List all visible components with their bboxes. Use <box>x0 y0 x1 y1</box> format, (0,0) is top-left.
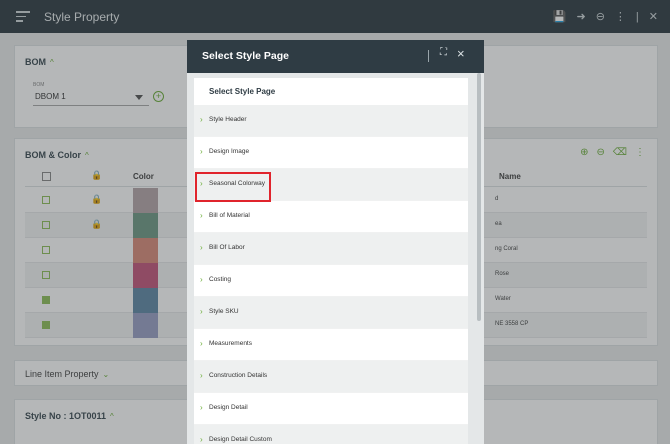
style-page-item[interactable]: › Seasonal Colorway <box>194 169 468 202</box>
scrollbar[interactable] <box>477 73 481 321</box>
select-style-page-dialog: Select Style Page ⛶ × Select Style Page … <box>187 40 484 444</box>
dialog-body: Select Style Page › Style Header › Design I… <box>194 78 468 444</box>
style-page-item[interactable]: › Construction Details <box>194 361 468 393</box>
style-page-item[interactable]: › Bill of Material <box>194 201 468 233</box>
chevron-right-icon: › <box>200 179 203 188</box>
style-page-item-label: Style Header <box>209 116 247 123</box>
style-page-item[interactable]: › Bill Of Labor <box>194 233 468 265</box>
divider <box>428 50 429 62</box>
chevron-right-icon: › <box>200 307 203 316</box>
style-page-item[interactable]: › Style SKU <box>194 297 468 329</box>
chevron-right-icon: › <box>200 435 203 444</box>
style-page-item-label: Costing <box>209 276 232 283</box>
style-page-item-label: Bill of Material <box>209 212 250 219</box>
style-page-item-label: Style SKU <box>209 308 239 315</box>
chevron-right-icon: › <box>200 275 203 284</box>
chevron-right-icon: › <box>200 147 203 156</box>
style-page-item[interactable]: › Style Header <box>194 105 468 137</box>
expand-icon[interactable]: ⛶ <box>440 47 447 58</box>
style-page-item-label: Measurements <box>209 340 252 347</box>
style-page-item-label: Design Image <box>209 148 250 155</box>
chevron-right-icon: › <box>200 211 203 220</box>
style-page-item[interactable]: › Design Detail <box>194 393 468 425</box>
style-page-item-label: Seasonal Colorway <box>209 180 266 187</box>
chevron-right-icon: › <box>200 243 203 252</box>
chevron-right-icon: › <box>200 371 203 380</box>
close-icon[interactable]: × <box>457 46 465 61</box>
chevron-right-icon: › <box>200 115 203 124</box>
style-page-item-label: Design Detail <box>209 404 248 411</box>
style-page-item-label: Bill Of Labor <box>209 244 245 251</box>
chevron-right-icon: › <box>200 403 203 412</box>
dialog-header: Select Style Page ⛶ × <box>187 40 484 73</box>
style-page-item[interactable]: › Design Detail Custom <box>194 425 468 444</box>
style-page-list: › Style Header › Design Image › Seasonal Colo… <box>194 105 468 444</box>
chevron-right-icon: › <box>200 339 203 348</box>
style-page-item[interactable]: › Measurements <box>194 329 468 361</box>
style-page-item[interactable]: › Costing <box>194 265 468 297</box>
style-page-item[interactable]: › Design Image <box>194 137 468 169</box>
style-page-item-label: Design Detail Custom <box>209 436 272 443</box>
dialog-title: Select Style Page <box>202 50 289 62</box>
dialog-subtitle: Select Style Page <box>209 87 276 96</box>
style-page-item-label: Construction Details <box>209 372 268 379</box>
